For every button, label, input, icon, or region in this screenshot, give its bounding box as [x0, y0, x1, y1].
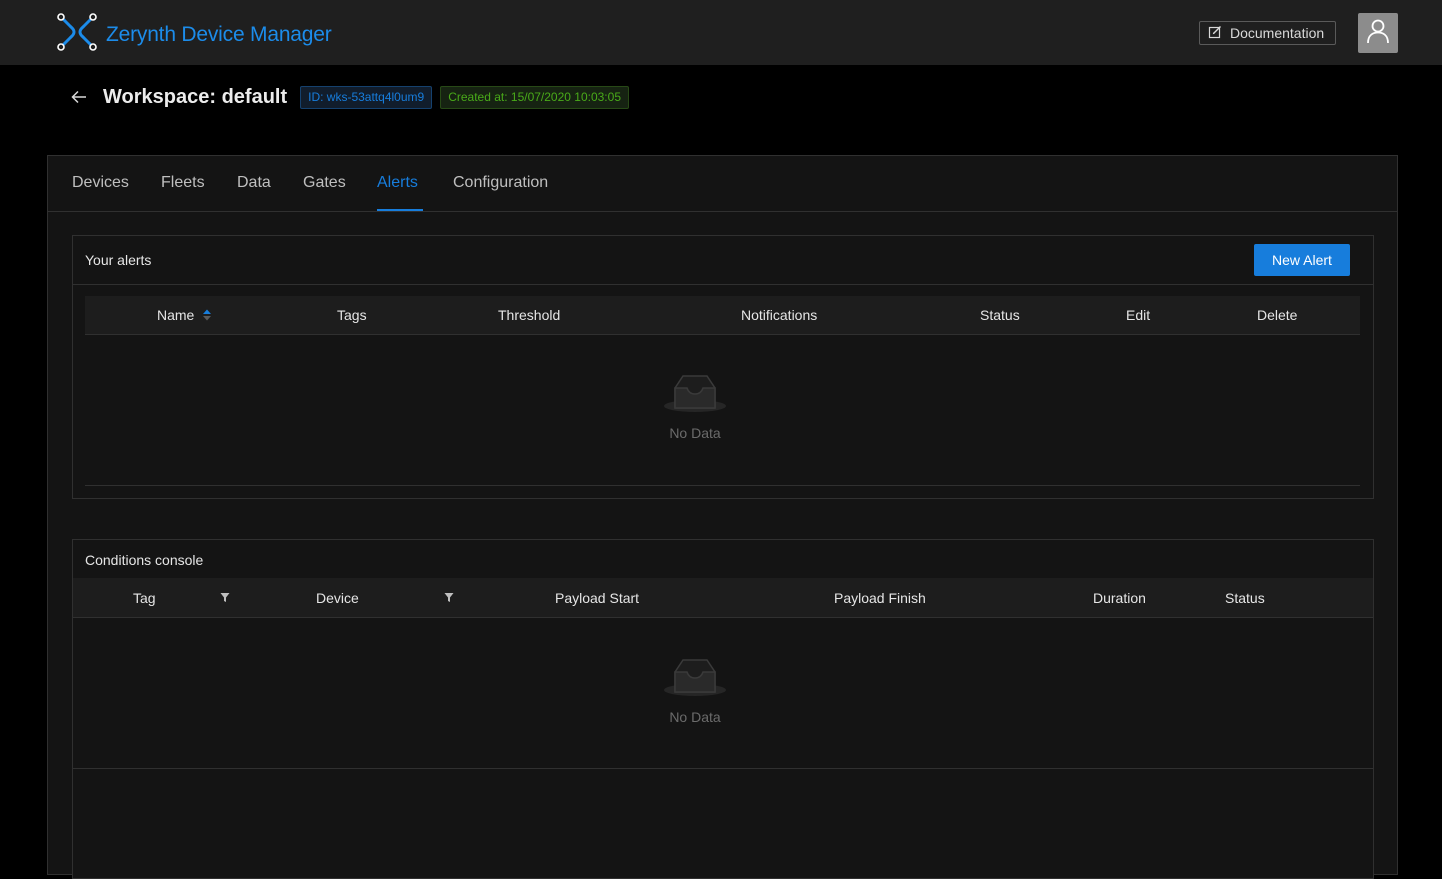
alerts-table-header: Name Tags Threshold Notifications Status…: [85, 296, 1360, 335]
column-header-status: Status: [980, 307, 1020, 323]
column-header-duration: Duration: [1093, 589, 1146, 606]
user-avatar[interactable]: [1358, 13, 1398, 53]
workspace-created-tag: Created at: 15/07/2020 10:03:05: [440, 85, 629, 109]
tab-gates[interactable]: Gates: [303, 174, 346, 192]
column-header-payload-finish: Payload Finish: [834, 589, 926, 606]
column-header-tags: Tags: [337, 307, 367, 323]
alerts-empty-state: No Data: [663, 370, 727, 441]
alerts-table-bottom-border: [85, 485, 1360, 486]
tab-devices[interactable]: Devices: [72, 174, 129, 192]
column-header-name[interactable]: Name: [157, 296, 212, 334]
inbox-empty-icon: [663, 370, 727, 419]
documentation-label: Documentation: [1230, 25, 1325, 41]
column-header-status: Status: [1225, 589, 1265, 606]
filter-icon[interactable]: [220, 578, 230, 617]
column-header-device: Device: [316, 589, 359, 606]
column-header-edit: Edit: [1126, 307, 1151, 323]
tab-bar: Devices Fleets Data Gates Alerts Configu…: [48, 156, 1397, 212]
conditions-panel-title: Conditions console: [85, 552, 204, 568]
conditions-table-bottom-border: [73, 768, 1373, 769]
filter-icon[interactable]: [444, 578, 454, 617]
app-title: Zerynth Device Manager: [106, 22, 332, 46]
column-header-tag: Tag: [133, 589, 156, 606]
tab-alerts[interactable]: Alerts: [377, 174, 418, 192]
documentation-button[interactable]: Documentation: [1199, 21, 1336, 45]
active-tab-indicator: [377, 209, 423, 211]
alerts-panel-title: Your alerts: [85, 252, 152, 268]
alerts-empty-text: No Data: [669, 425, 721, 441]
alerts-panel: Your alerts New Alert Name Tags Threshol…: [72, 235, 1374, 499]
app-logo[interactable]: Zerynth Device Manager: [56, 12, 332, 57]
tab-configuration[interactable]: Configuration: [453, 174, 548, 192]
workspace-card: Devices Fleets Data Gates Alerts Configu…: [47, 155, 1398, 879]
conditions-empty-text: No Data: [669, 709, 721, 725]
tab-fleets[interactable]: Fleets: [161, 174, 205, 192]
workspace-header: Workspace: default ID: wks-53attq4l0um9 …: [70, 84, 629, 110]
conditions-panel: Conditions console Tag Device Payload St…: [72, 539, 1374, 879]
conditions-empty-state: No Data: [663, 654, 727, 725]
sort-icon[interactable]: [202, 308, 212, 322]
column-header-notifications: Notifications: [741, 307, 818, 323]
inbox-empty-icon: [663, 654, 727, 703]
user-icon: [1365, 18, 1391, 49]
arrow-left-icon[interactable]: [70, 88, 88, 106]
zerynth-logo-icon: [56, 12, 98, 57]
column-header-payload-start: Payload Start: [555, 589, 640, 606]
tab-data[interactable]: Data: [237, 174, 271, 192]
column-header-delete: Delete: [1257, 307, 1298, 323]
workspace-id-tag: ID: wks-53attq4l0um9: [300, 85, 433, 109]
page-title: Workspace: default: [103, 85, 288, 108]
edit-icon: [1208, 25, 1222, 42]
conditions-table-header: Tag Device Payload Start Payload Finish …: [73, 578, 1373, 618]
alerts-panel-divider: [73, 284, 1373, 285]
new-alert-button[interactable]: New Alert: [1254, 244, 1350, 276]
column-header-threshold: Threshold: [498, 307, 561, 323]
top-navbar: Zerynth Device Manager Documentation: [0, 0, 1442, 65]
